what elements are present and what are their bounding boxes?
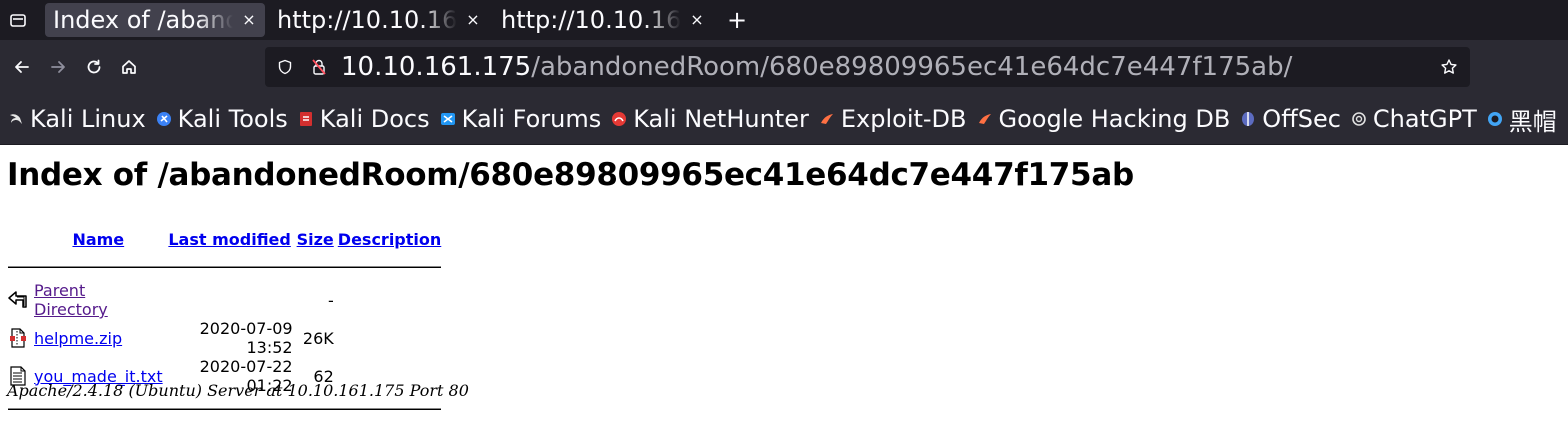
bookmark-label: Kali Linux xyxy=(30,105,146,133)
sort-by-description-link[interactable]: Description xyxy=(338,230,441,249)
reload-button[interactable] xyxy=(80,53,108,81)
bookmark-chatgpt[interactable]: ChatGPT xyxy=(1351,105,1477,133)
tab-title: http://10.10.161.175/abandonedRoom/680e8… xyxy=(501,6,681,34)
tab-list-icon xyxy=(10,14,26,27)
server-signature: Apache/2.4.18 (Ubuntu) Server at 10.10.1… xyxy=(7,381,469,400)
divider xyxy=(8,266,442,268)
compressed-file-icon xyxy=(10,328,26,348)
tab-2[interactable]: http://10.10.161.175/abandonedRoom/ × xyxy=(269,3,489,37)
tab-bar: Index of /abandonedRoom/680e89809965ec41… xyxy=(0,0,1568,40)
exploit-db-icon xyxy=(820,114,833,124)
tab-close-icon[interactable]: × xyxy=(465,10,481,29)
url-bar[interactable]: 10.10.161.175/abandonedRoom/680e89809965… xyxy=(265,47,1470,87)
kali-tools-icon xyxy=(156,112,171,126)
offsec-icon xyxy=(1242,112,1255,126)
bookmark-label: Kali NetHunter xyxy=(633,105,809,133)
url-host: 10.10.161.175 xyxy=(341,52,532,82)
table-row: Parent Directory - xyxy=(6,281,443,319)
bookmark-kali-linux[interactable]: Kali Linux xyxy=(8,105,146,133)
tab-close-icon[interactable]: × xyxy=(241,10,257,29)
back-arrow-icon xyxy=(8,291,27,308)
bookmark-label: ChatGPT xyxy=(1372,105,1477,133)
bookmark-star-icon[interactable] xyxy=(1440,58,1458,76)
url-text[interactable]: 10.10.161.175/abandonedRoom/680e89809965… xyxy=(341,49,1292,85)
row-last-modified xyxy=(165,281,295,319)
tab-close-icon[interactable]: × xyxy=(689,10,705,29)
tab-title: http://10.10.161.175/abandonedRoom/ xyxy=(277,6,457,34)
page-title: Index of /abandonedRoom/680e89809965ec41… xyxy=(7,157,1134,193)
kali-nethunter-icon xyxy=(612,112,627,126)
kali-docs-icon xyxy=(299,112,312,126)
sort-by-last-modified-link[interactable]: Last modified xyxy=(168,230,291,249)
forward-button[interactable] xyxy=(44,53,72,81)
table-header-row: Name Last modified Size Description xyxy=(6,225,443,253)
shield-icon[interactable] xyxy=(277,59,293,75)
bookmark-label: Google Hacking DB xyxy=(998,105,1231,133)
tab-active[interactable]: Index of /abandonedRoom/680e89809965ec41… xyxy=(45,3,265,37)
bookmark-kali-docs[interactable]: Kali Docs xyxy=(298,105,430,133)
bookmark-label: Kali Tools xyxy=(177,105,288,133)
back-button[interactable] xyxy=(8,53,36,81)
bookmark-label: Exploit-DB xyxy=(840,105,967,133)
bookmark-label: OffSec xyxy=(1262,105,1341,133)
insecure-lock-icon[interactable] xyxy=(311,58,327,76)
back-arrow-icon xyxy=(15,61,29,73)
table-row: helpme.zip 2020-07-09 13:52 26K xyxy=(6,319,443,357)
bookmark-google-hacking-db[interactable]: Google Hacking DB xyxy=(977,105,1231,133)
row-size: 26K xyxy=(302,328,334,348)
new-tab-button[interactable]: + xyxy=(721,0,753,40)
tab-3[interactable]: http://10.10.161.175/abandonedRoom/680e8… xyxy=(493,3,713,37)
kali-forums-icon xyxy=(440,113,455,125)
bookmark-label: Kali Forums xyxy=(461,105,602,133)
bookmark-label: 黑帽 xyxy=(1508,107,1557,136)
bookmark-blackhat[interactable]: 黑帽 xyxy=(1487,102,1557,137)
home-icon xyxy=(122,60,136,74)
row-description xyxy=(336,281,443,319)
navigation-toolbar: 10.10.161.175/abandonedRoom/680e89809965… xyxy=(0,40,1568,94)
row-last-modified: 2020-07-09 13:52 xyxy=(199,319,293,357)
bookmark-exploit-db[interactable]: Exploit-DB xyxy=(819,105,967,133)
url-path: /abandonedRoom/680e89809965ec41e64dc7e44… xyxy=(531,52,1293,82)
bookmark-kali-nethunter[interactable]: Kali NetHunter xyxy=(611,105,809,133)
ghdb-icon xyxy=(978,114,991,124)
kali-dragon-icon xyxy=(10,114,22,124)
bookmark-offsec[interactable]: OffSec xyxy=(1240,105,1341,133)
file-link-helpme-zip[interactable]: helpme.zip xyxy=(34,329,122,348)
home-button[interactable] xyxy=(115,53,143,81)
parent-directory-link[interactable]: Parent Directory xyxy=(34,281,108,319)
forward-arrow-icon xyxy=(51,61,65,73)
blackhat-icon xyxy=(1487,112,1502,126)
sort-by-size-link[interactable]: Size xyxy=(297,230,334,249)
bookmark-kali-forums[interactable]: Kali Forums xyxy=(440,105,602,133)
bookmark-kali-tools[interactable]: Kali Tools xyxy=(156,105,288,133)
icon-column-header xyxy=(6,225,32,253)
divider xyxy=(8,408,442,410)
reload-icon xyxy=(87,59,101,74)
row-size: - xyxy=(328,290,334,310)
row-description xyxy=(336,319,443,357)
sort-by-name-link[interactable]: Name xyxy=(72,230,124,249)
list-all-tabs-button[interactable] xyxy=(0,0,36,40)
separator-row xyxy=(6,253,443,281)
bookmarks-toolbar: Kali Linux Kali Tools Kali Docs Kali For… xyxy=(0,94,1568,145)
tab-title: Index of /abandonedRoom/680e89809965ec41… xyxy=(53,6,233,34)
chatgpt-icon xyxy=(1352,112,1366,126)
bookmark-label: Kali Docs xyxy=(319,105,430,133)
